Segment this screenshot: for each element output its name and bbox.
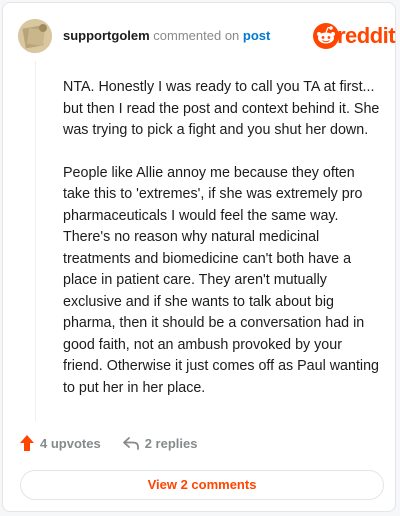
reddit-snoo-icon (313, 23, 339, 49)
upvote-count: 4 upvotes (40, 435, 101, 451)
upvote-button[interactable]: 4 upvotes (20, 435, 101, 451)
view-comments-button[interactable]: View 2 comments (20, 470, 384, 500)
action-text: commented on (153, 28, 240, 43)
comment-body: NTA. Honestly I was ready to call you TA… (63, 77, 383, 420)
post-link[interactable]: post (243, 28, 270, 43)
replies-button[interactable]: 2 replies (122, 435, 198, 451)
comment-header: supportgolem commented on post (63, 28, 270, 43)
upvote-arrow-icon (20, 435, 34, 451)
replies-count: 2 replies (144, 435, 198, 451)
brand-wordmark: reddit (337, 23, 396, 48)
comment-actions: 4 upvotes 2 replies (20, 435, 219, 451)
username-link[interactable]: supportgolem (63, 28, 150, 43)
comment-paragraph: People like Allie annoy me because they … (63, 164, 380, 396)
comment-card: supportgolem commented on post reddit NT… (2, 2, 396, 512)
avatar[interactable] (18, 19, 52, 53)
reply-arrow-icon (122, 437, 139, 450)
comment-paragraph: NTA. Honestly I was ready to call you TA… (63, 79, 380, 138)
thread-line[interactable] (35, 61, 36, 421)
